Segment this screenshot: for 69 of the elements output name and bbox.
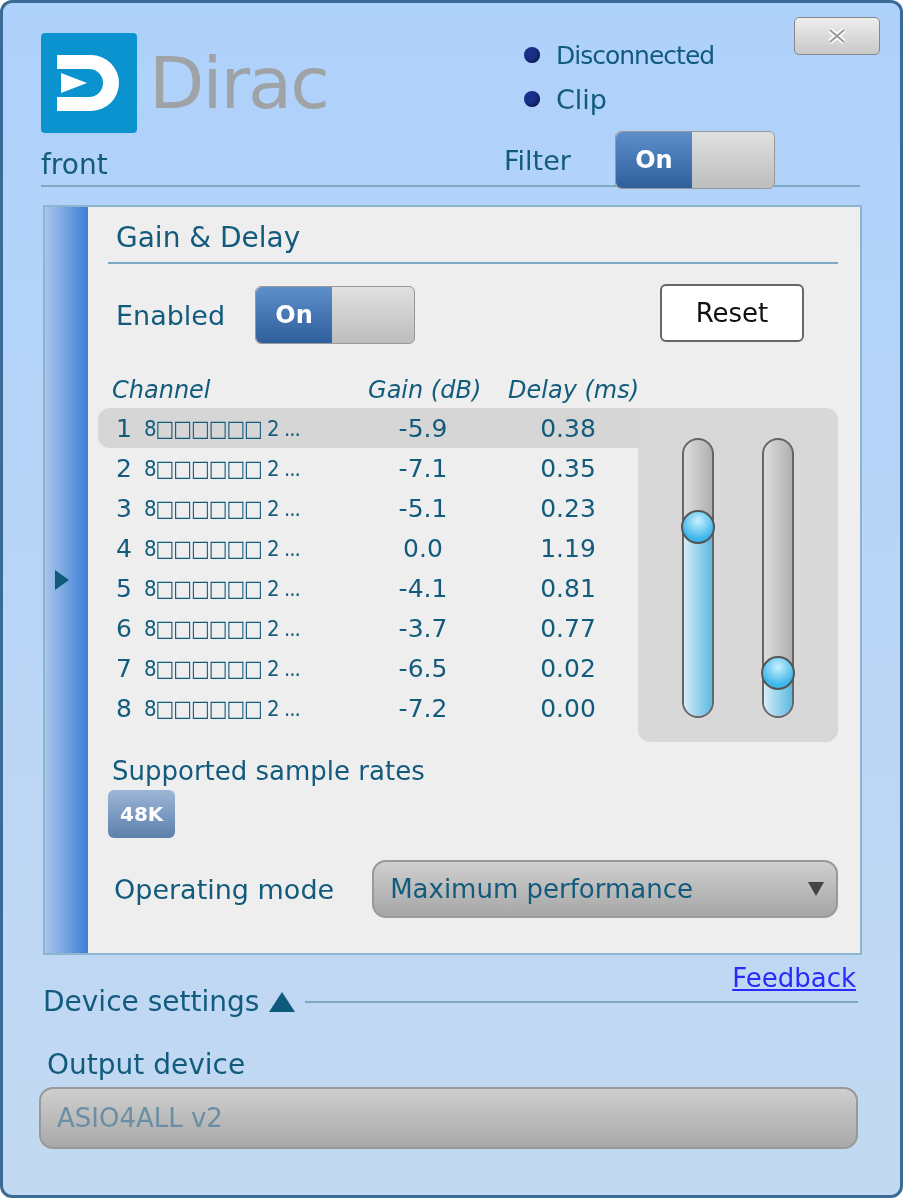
vertical-slider[interactable]	[682, 438, 714, 718]
gain-value: -3.7	[397, 613, 449, 643]
delay-value: 0.35	[539, 453, 597, 483]
slider-thumb[interactable]	[681, 509, 715, 544]
section-title: Gain & Delay	[108, 221, 838, 264]
channel-number: 1	[116, 413, 133, 443]
channel-row[interactable]: 3 8□□□□□□ 2 ... -5.1 0.23	[98, 488, 638, 528]
output-device-label: Output device	[47, 1048, 247, 1081]
filter-toggle[interactable]: On	[614, 131, 775, 189]
preset-name: front	[41, 148, 109, 183]
expand-arrow-icon[interactable]	[53, 569, 70, 591]
caret-icon	[808, 882, 824, 896]
slider-thumb[interactable]	[761, 655, 795, 690]
close-button[interactable]	[794, 17, 880, 55]
channel-name: 8□□□□□□ 2 ...	[144, 615, 301, 641]
channel-name: 8□□□□□□ 2 ...	[144, 535, 301, 561]
channel-row[interactable]: 2 8□□□□□□ 2 ... -7.1 0.35	[98, 448, 638, 488]
channel-row[interactable]: 5 8□□□□□□ 2 ... -4.1 0.81	[98, 568, 638, 608]
column-header: Channel	[111, 376, 212, 404]
channel-name: 8□□□□□□ 2 ...	[144, 575, 301, 601]
channel-row[interactable]: 1 8□□□□□□ 2 ... -5.9 0.38	[98, 408, 638, 448]
delay-value: 0.00	[539, 693, 597, 723]
channel-name: 8□□□□□□ 2 ...	[144, 655, 301, 681]
sample-rate-badge: 48K	[108, 790, 176, 838]
delay-value: 0.02	[539, 653, 597, 683]
delay-value: 1.19	[539, 533, 597, 563]
channel-name: 8□□□□□□ 2 ...	[144, 495, 301, 521]
gain-value: -7.2	[397, 693, 449, 723]
filter-label: Filter	[504, 144, 571, 176]
logo-icon	[41, 33, 137, 133]
status-label: Clip	[556, 83, 607, 115]
vertical-slider[interactable]	[762, 438, 794, 718]
logo-text: Dirac	[149, 41, 328, 125]
enabled-label: Enabled	[116, 299, 226, 331]
column-header: Delay (ms)	[507, 376, 641, 404]
delay-value: 0.23	[539, 493, 597, 523]
channel-name: 8□□□□□□ 2 ...	[144, 695, 301, 721]
channel-row[interactable]: 8 8□□□□□□ 2 ... -7.2 0.00	[98, 688, 638, 728]
channel-number: 6	[116, 613, 133, 643]
operating-mode-dropdown[interactable]: Maximum performance	[372, 860, 838, 918]
sample-rates-label: Supported sample rates	[111, 756, 426, 786]
operating-mode-label: Operating mode	[114, 873, 335, 905]
gain-value: -5.1	[397, 493, 449, 523]
delay-value: 0.38	[539, 413, 597, 443]
channel-row[interactable]: 4 8□□□□□□ 2 ... 0.0 1.19	[98, 528, 638, 568]
status-label: Disconnected	[556, 40, 715, 70]
channel-number: 8	[116, 693, 133, 723]
delay-value: 0.81	[539, 573, 597, 603]
channel-row[interactable]: 6 8□□□□□□ 2 ... -3.7 0.77	[98, 608, 638, 648]
feedback-link[interactable]: Feedback	[732, 963, 856, 993]
column-header: Gain (dB)	[367, 376, 483, 404]
gain-value: -6.5	[397, 653, 449, 683]
collapse-arrow-icon[interactable]	[269, 991, 296, 1012]
channel-number: 7	[116, 653, 133, 683]
channel-name: 8□□□□□□ 2 ...	[144, 455, 301, 481]
channel-number: 5	[116, 573, 133, 603]
gain-value: 0.0	[402, 533, 444, 563]
channel-number: 2	[116, 453, 133, 483]
gain-value: -7.1	[397, 453, 449, 483]
channel-number: 3	[116, 493, 133, 523]
channel-row[interactable]: 7 8□□□□□□ 2 ... -6.5 0.02	[98, 648, 638, 688]
channel-name: 8□□□□□□ 2 ...	[144, 415, 301, 441]
gain-value: -5.9	[397, 413, 449, 443]
enabled-toggle[interactable]: On	[255, 286, 416, 344]
gain-value: -4.1	[397, 573, 449, 603]
reset-button[interactable]: Reset	[660, 284, 804, 342]
device-settings-label: Device settings	[43, 985, 260, 1018]
delay-value: 0.77	[539, 613, 597, 643]
channel-number: 4	[116, 533, 133, 563]
